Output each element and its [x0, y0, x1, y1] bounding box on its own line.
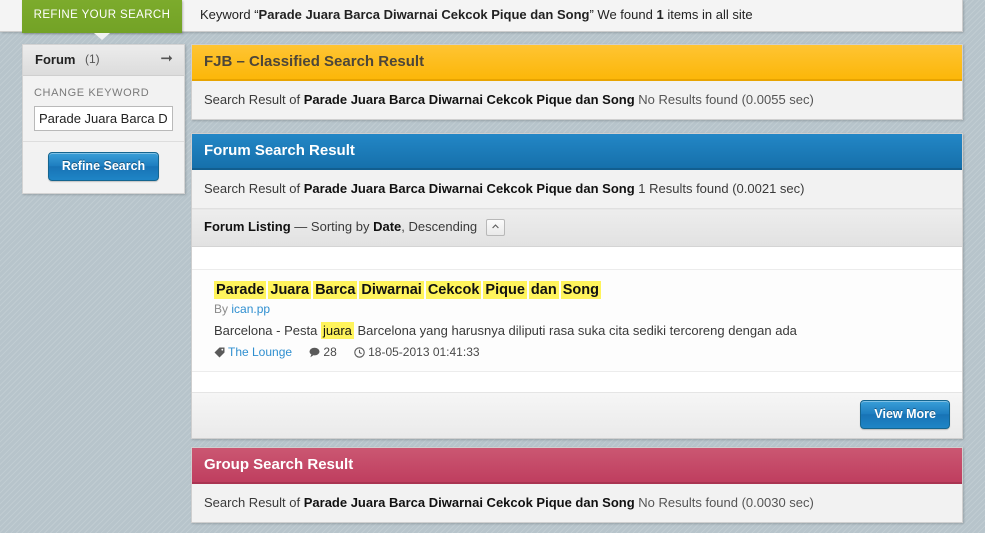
forum-panel-header: Forum Search Result [192, 134, 962, 170]
forum-sort-field[interactable]: Date [373, 219, 401, 234]
keyword-found-count: 1 [656, 7, 664, 22]
title-word: Diwarnai [359, 281, 424, 300]
fjb-result-line: Search Result of Parade Juara Barca Diwa… [192, 81, 962, 119]
title-word: Barca [313, 281, 358, 300]
group-result-keyword: Parade Juara Barca Diwarnai Cekcok Pique… [303, 495, 635, 510]
result-item-author-link[interactable]: ican.pp [231, 302, 270, 316]
sidebar-forum-header[interactable]: Forum (1) ➞ [23, 45, 184, 76]
forum-listing-label: Forum Listing [204, 219, 291, 234]
refine-your-search-tab[interactable]: REFINE YOUR SEARCH [22, 0, 182, 33]
clock-icon [354, 347, 365, 361]
group-panel-header: Group Search Result [192, 448, 962, 484]
forum-search-panel: Forum Search Result Search Result of Par… [191, 133, 963, 440]
result-date-value: 18-05-2013 01:41:33 [368, 345, 480, 360]
keyword-prefix: Keyword [200, 7, 251, 22]
group-result-prefix: Search Result of [204, 495, 301, 510]
forum-result-item[interactable]: Parade Juara Barca Diwarnai Cekcok Pique dan So… [192, 270, 962, 373]
refine-search-button[interactable]: Refine Search [47, 152, 160, 181]
group-result-line: Search Result of Parade Juara Barca Diwa… [192, 484, 962, 522]
group-search-panel: Group Search Result Search Result of Par… [191, 447, 963, 523]
fjb-panel-header: FJB – Classified Search Result [192, 45, 962, 81]
fjb-result-keyword: Parade Juara Barca Diwarnai Cekcok Pique… [303, 92, 635, 107]
sidebar-forum-title: Forum [35, 52, 76, 67]
byline-label: By [214, 302, 229, 317]
title-word: Pique [483, 281, 527, 300]
title-word: Song [560, 281, 601, 300]
snippet-before: Barcelona - Pesta [214, 323, 318, 339]
result-item-comments: 28 [309, 345, 340, 359]
snippet-after: Barcelona yang harusnya diliputi rasa su… [357, 323, 797, 339]
sidebar-forum-count: (1) [85, 52, 100, 66]
result-item-byline: By ican.pp [214, 302, 950, 316]
forum-result-status: 1 Results found (0.0021 sec) [638, 181, 805, 196]
keyword-quote-close: ” [589, 7, 594, 22]
refine-sidebar: Forum (1) ➞ CHANGE KEYWORD Refine Search [22, 44, 185, 194]
search-keyword-input[interactable] [34, 106, 173, 131]
title-word: dan [528, 281, 559, 300]
result-item-title[interactable]: Parade Juara Barca Diwarnai Cekcok Pique dan So… [214, 280, 950, 300]
forum-sorting-prefix: Sorting by [310, 219, 370, 234]
refine-tab-label: REFINE YOUR SEARCH [33, 9, 171, 21]
group-result-status: No Results found (0.0030 sec) [638, 495, 814, 510]
change-keyword-section: CHANGE KEYWORD [23, 76, 184, 142]
refine-tab-pointer-icon [94, 33, 110, 40]
forum-sort-direction: , Descending [401, 219, 478, 234]
fjb-result-status: No Results found (0.0055 sec) [638, 92, 814, 107]
fjb-result-prefix: Search Result of [204, 92, 301, 107]
forum-listing-sort-bar: Forum Listing — Sorting by Date, Descend… [192, 209, 962, 248]
title-word: Parade [214, 281, 267, 300]
result-item-date: 18-05-2013 01:41:33 [354, 345, 480, 361]
fjb-panel-title: FJB – Classified Search Result [204, 53, 425, 70]
listing-top-spacer [192, 247, 962, 271]
title-word: Cekcok [425, 281, 482, 300]
refine-button-row: Refine Search [23, 142, 184, 193]
group-panel-title: Group Search Result [204, 456, 354, 473]
title-word: Juara [268, 281, 312, 300]
keyword-summary-text: Keyword “Parade Juara Barca Diwarnai Cek… [200, 7, 753, 22]
comment-icon [309, 347, 320, 361]
change-keyword-label: CHANGE KEYWORD [34, 87, 150, 99]
forum-panel-title: Forum Search Result [204, 142, 355, 159]
fjb-search-panel: FJB – Classified Search Result Search Re… [191, 44, 963, 120]
keyword-found-suffix: items in all site [667, 7, 753, 22]
forum-result-prefix: Search Result of [204, 181, 301, 196]
snippet-highlight: juara [320, 322, 354, 340]
result-item-meta: The Lounge 28 18-05-2013 01:41:33 [214, 345, 950, 361]
comment-count: 28 [323, 345, 337, 360]
forum-panel-footer: View More [192, 393, 962, 439]
arrow-right-icon: ➞ [160, 50, 173, 67]
listing-bottom-spacer [192, 372, 962, 394]
keyword-value: Parade Juara Barca Diwarnai Cekcok Pique… [258, 7, 590, 22]
forum-listing-dash: — [294, 219, 308, 234]
keyword-found-label: We found [597, 7, 653, 22]
result-item-forum[interactable]: The Lounge [214, 345, 295, 359]
forum-result-line: Search Result of Parade Juara Barca Diwa… [192, 170, 962, 209]
result-item-forum-link[interactable]: The Lounge [228, 345, 292, 359]
result-item-snippet: Barcelona - Pesta juara Barcelona yang h… [214, 322, 950, 340]
view-more-button[interactable]: View More [860, 400, 950, 430]
chevron-up-icon[interactable] [485, 219, 505, 237]
tag-icon [214, 347, 225, 361]
forum-result-keyword: Parade Juara Barca Diwarnai Cekcok Pique… [303, 181, 635, 196]
